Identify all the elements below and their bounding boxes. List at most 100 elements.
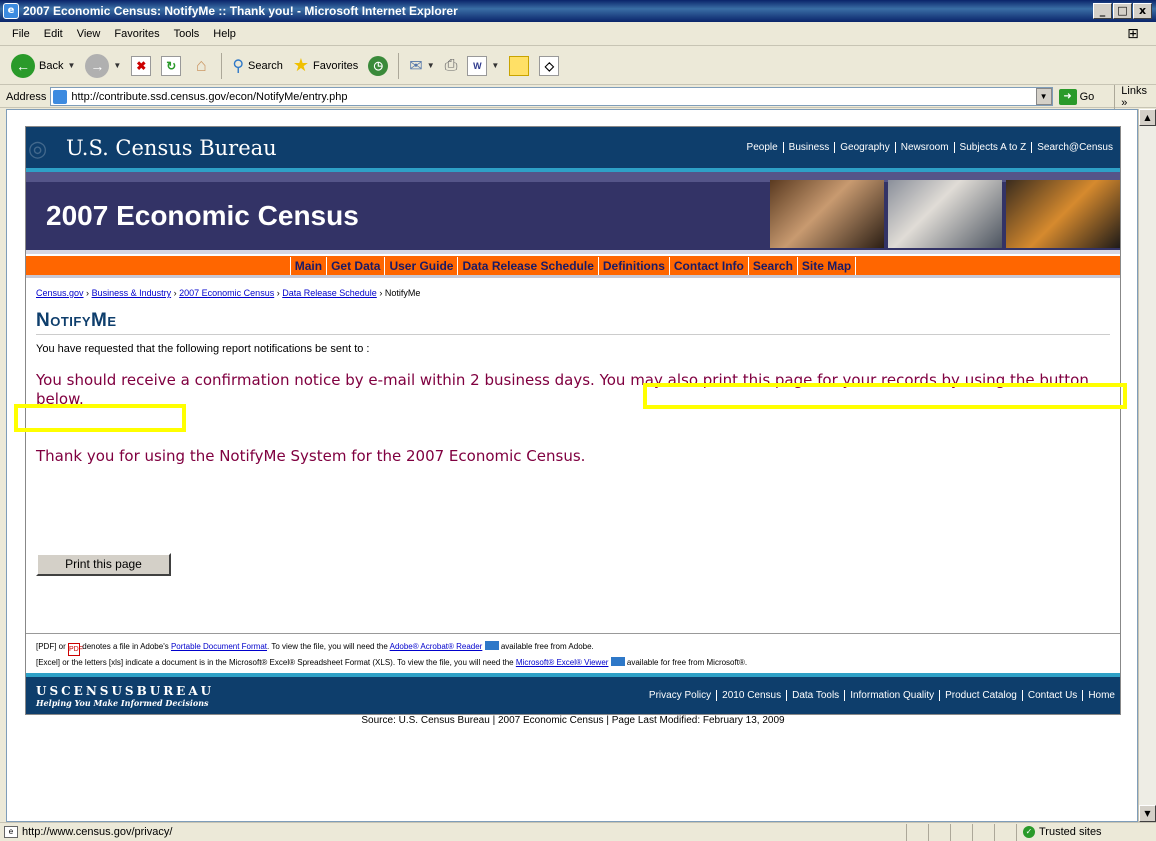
pdf-format-link[interactable]: Portable Document Format [171,642,267,651]
favorites-label: Favorites [313,59,359,72]
address-input[interactable]: http://contribute.ssd.census.gov/econ/No… [50,87,1053,106]
banner-photo-waitress [770,180,884,248]
messenger-button[interactable]: ◇ [536,54,562,78]
breadcrumb-economic-census[interactable]: 2007 Economic Census [179,288,274,298]
source-line: Source: U.S. Census Bureau | 2007 Econom… [361,715,785,726]
chevron-down-icon: ▼ [426,61,435,70]
links-label: Links [1121,84,1147,97]
footer-data-tools[interactable]: Data Tools [787,690,846,701]
menu-help[interactable]: Help [206,28,243,40]
maximize-button[interactable]: □ [1113,3,1132,19]
status-pane [928,823,950,841]
main-nav: Main Get Data User Guide Data Release Sc… [26,254,1120,278]
mail-icon: ✉ [409,57,423,75]
browser-toolbar: ← Back ▼ → ▼ ✖ ↻ ⌂ ⚲ Search ★ Favorites … [0,47,1156,85]
menu-favorites[interactable]: Favorites [107,28,166,40]
address-dropdown-icon[interactable]: ▼ [1035,88,1052,105]
back-button[interactable]: ← Back ▼ [8,52,78,80]
note-icon [509,55,530,76]
menu-tools[interactable]: Tools [167,28,207,40]
file-format-notes: [PDF] or PDF denotes a file in Adobe's P… [26,633,1120,669]
topnav-subjects[interactable]: Subjects A to Z [955,142,1033,153]
chevron-down-icon: ▼ [67,61,76,70]
acrobat-reader-link[interactable]: Adobe® Acrobat® Reader [390,642,483,651]
menu-edit[interactable]: Edit [37,28,70,40]
pdf-text: denotes a file in Adobe's [82,642,169,651]
nav-search[interactable]: Search [747,256,797,275]
bureau-name[interactable]: U.S. Census Bureau [66,136,277,160]
close-button[interactable]: x [1133,3,1152,19]
nav-definitions[interactable]: Definitions [597,256,669,275]
breadcrumb-census[interactable]: Census.gov [36,288,84,298]
vertical-scrollbar[interactable]: ▲ ▼ [1138,109,1156,822]
mail-button[interactable]: ✉ ▼ [406,54,437,78]
footer-privacy-policy[interactable]: Privacy Policy [644,690,718,701]
search-button[interactable]: ⚲ Search [229,54,286,78]
topnav-people[interactable]: People [742,142,784,153]
banner-photo-welder [1006,180,1120,248]
highlight-box [14,404,186,432]
banner-title: 2007 Economic Census [46,200,359,231]
footer-contact-us[interactable]: Contact Us [1023,690,1084,701]
menu-view[interactable]: View [70,28,108,40]
zone-label: Trusted sites [1039,826,1102,838]
footer-tagline: Helping You Make Informed Decisions [36,697,209,708]
banner-photos [770,180,1120,248]
ie-icon: e [3,3,19,19]
links-button[interactable]: Links » [1114,84,1156,109]
back-arrow-icon: ← [11,53,35,78]
pdf-text: available free from Adobe. [500,642,594,651]
footer-2010-census[interactable]: 2010 Census [717,690,788,701]
status-panes: ✓ Trusted sites [906,823,1156,841]
forward-button[interactable]: → ▼ [82,52,124,80]
window-titlebar: e 2007 Economic Census: NotifyMe :: Than… [0,0,1156,22]
favorites-button[interactable]: ★ Favorites [290,53,361,78]
excel-text: [Excel] or the letters [xls] indicate a … [36,658,514,667]
nav-data-release-schedule[interactable]: Data Release Schedule [457,256,597,275]
word-button[interactable]: W ▼ [464,54,502,78]
search-icon: ⚲ [232,57,245,75]
nav-site-map[interactable]: Site Map [796,256,857,275]
scroll-down-icon[interactable]: ▼ [1139,805,1156,822]
breadcrumb-separator: › [86,288,90,298]
nav-main[interactable]: Main [289,256,326,275]
topnav-newsroom[interactable]: Newsroom [896,142,955,153]
breadcrumb-release-schedule[interactable]: Data Release Schedule [282,288,377,298]
topnav-geography[interactable]: Geography [835,142,896,153]
forward-arrow-icon: → [85,53,110,78]
checkmark-icon: ✓ [1023,826,1035,838]
security-zone[interactable]: ✓ Trusted sites [1016,823,1156,841]
go-button[interactable]: ➜ Go [1058,88,1094,105]
topnav-search[interactable]: Search@Census [1032,142,1118,153]
status-url: http://www.census.gov/privacy/ [22,826,173,838]
toolbar-separator [398,52,400,79]
home-button[interactable]: ⌂ [188,54,214,78]
breadcrumb-separator: › [173,288,177,298]
footer-information-quality[interactable]: Information Quality [845,690,941,701]
history-button[interactable]: ◷ [365,54,391,78]
notes-button[interactable] [506,54,532,78]
census-page: ◎ U.S. Census Bureau People Business Geo… [14,126,1127,715]
nav-user-guide[interactable]: User Guide [384,256,457,275]
menu-file[interactable]: File [5,28,37,40]
search-label: Search [248,59,283,72]
page-title: NotifyMe [36,310,1110,335]
breadcrumb-business[interactable]: Business & Industry [92,288,172,298]
stop-button[interactable]: ✖ [128,54,154,78]
print-toolbar-button[interactable]: ⎙ [442,55,461,77]
minimize-button[interactable]: _ [1093,3,1112,19]
topnav-business[interactable]: Business [784,142,836,153]
census-footer-logo[interactable]: USCENSUSBUREAU Helping You Make Informed… [36,684,214,708]
stop-icon: ✖ [131,55,152,76]
print-page-button[interactable]: Print this page [36,553,171,576]
excel-viewer-link[interactable]: Microsoft® Excel® Viewer [516,658,609,667]
address-url: http://contribute.ssd.census.gov/econ/No… [71,90,348,103]
footer-home[interactable]: Home [1083,690,1120,701]
scroll-up-icon[interactable]: ▲ [1139,109,1156,126]
nav-contact-info[interactable]: Contact Info [668,256,748,275]
printer-icon: ⎙ [444,56,458,74]
footer-product-catalog[interactable]: Product Catalog [940,690,1023,701]
nav-get-data[interactable]: Get Data [326,256,384,275]
page-status-icon: e [4,826,18,838]
refresh-button[interactable]: ↻ [158,54,184,78]
